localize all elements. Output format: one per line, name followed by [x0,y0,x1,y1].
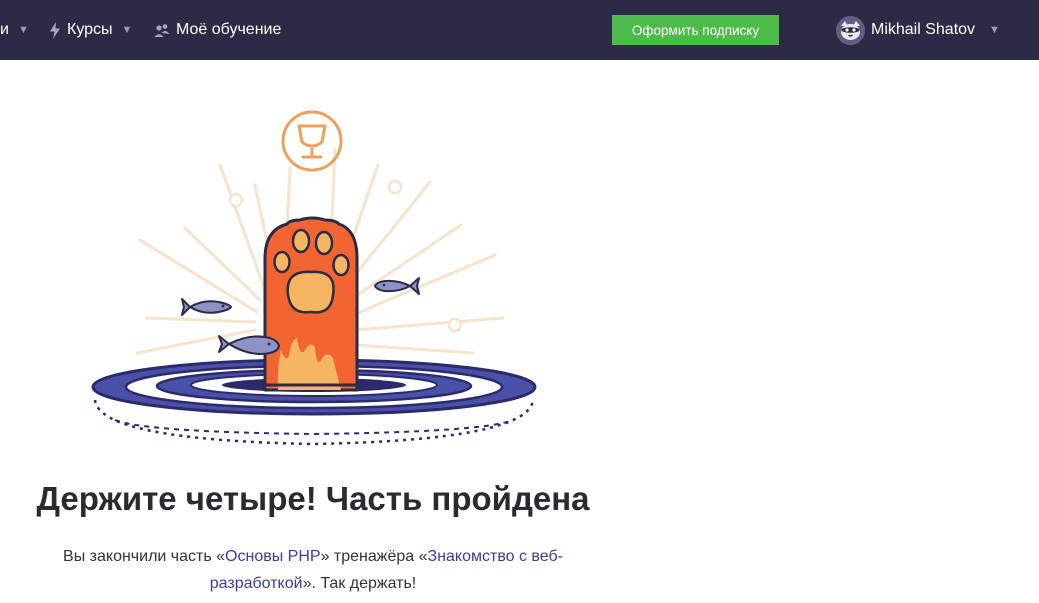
chevron-down-icon: ▼ [17,24,29,36]
nav-item-courses-label: Курсы [67,21,113,38]
top-navigation-bar: и ▼ Курсы ▼ Моё обучение Оформить подпис… [0,0,1039,60]
fish [218,335,280,355]
user-menu[interactable]: Mikhail Shatov ▼ [836,0,1000,60]
completion-illustration [91,110,537,446]
nav-item-courses[interactable]: Курсы ▼ [49,0,132,60]
description-text-2: » тренажёра « [320,548,428,565]
avatar [836,15,865,45]
subscribe-button[interactable]: Оформить подписку [612,15,779,45]
trophy-icon [281,110,343,172]
description-text-1: Вы закончили часть « [63,548,226,565]
completion-description: Вы закончили часть «Основы PHP» тренажёр… [28,543,598,597]
chevron-down-icon: ▼ [121,24,133,36]
user-name: Mikhail Shatov [871,21,976,38]
part-link[interactable]: Основы PHP [225,548,321,565]
description-text-3: ». Так держать! [302,575,417,592]
nav-item-my-learning-label: Моё обучение [176,21,282,38]
fish [181,298,232,316]
nav-item-partial[interactable]: и ▼ [0,0,29,60]
chevron-down-icon: ▼ [989,24,1000,36]
bolt-icon [49,21,61,39]
nav-item-partial-label: и [0,21,9,38]
page-title: Держите четыре! Часть пройдена [36,480,590,517]
cat-paw [263,216,359,392]
people-icon [154,22,170,38]
nav-item-my-learning[interactable]: Моё обучение [154,0,281,60]
